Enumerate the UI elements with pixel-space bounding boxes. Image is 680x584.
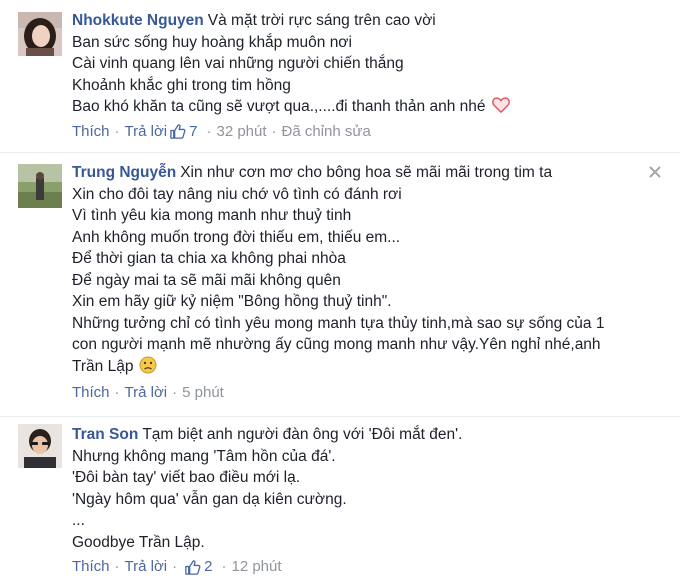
comment-text-line: Nhưng không mang 'Tâm hồn của đá'. [72,447,336,465]
comment-text-line: Anh không muốn trong đời thiếu em, thiếu… [72,228,401,246]
comment-text-line: Khoảnh khắc ghi trong tim hồng [72,76,291,94]
separator: · [114,558,120,575]
timestamp[interactable]: 12 phút [231,557,281,577]
reply-link[interactable]: Trả lời [125,122,168,142]
comment-text-line: ... [72,512,85,529]
reply-link[interactable]: Trả lời [125,557,168,577]
separator: · [221,558,227,575]
comment-text-line: 'Ngày hôm qua' vẫn gan dạ kiên cường. [72,490,347,508]
avatar-nhokkute[interactable] [18,12,62,56]
author-name[interactable]: Nhokkute Nguyen [72,12,204,29]
avatar-trung[interactable] [18,164,62,208]
like-link[interactable]: Thích [72,122,110,142]
like-count[interactable]: 2 [204,557,212,577]
separator: · [172,384,178,401]
thumbs-up-icon[interactable] [169,123,186,140]
comment-text-line: Vì tình yêu kia mong manh như thuỷ tinh [72,207,352,224]
comment-text-line: con người mạnh mẽ nhường ấy cũng mong ma… [72,336,601,353]
separator: · [114,122,120,140]
avatar-tran-son[interactable] [18,424,62,468]
heart-icon [491,97,510,113]
edited-label[interactable]: Đã chỉnh sửa [282,122,371,142]
comment-text-line: Để ngày mai ta sẽ mãi mãi không quên [72,271,341,289]
divider [0,416,680,417]
comment-text-line: Trần Lập [72,357,134,375]
comment-text-line: Những tưởng chỉ có tình yêu mong manh tự… [72,314,605,332]
like-count[interactable]: 7 [189,122,197,142]
like-link[interactable]: Thích [72,557,110,577]
sad-face-icon [139,356,157,373]
thumbs-up-icon[interactable] [184,559,201,576]
separator: · [172,558,178,575]
separator: · [271,122,277,140]
comment-text-line: Bao khó khăn ta cũng sẽ vượt qua.,....đi… [72,98,486,115]
comment-text-line: Xin cho đôi tay nâng niu chớ vô tình có … [72,185,402,203]
timestamp[interactable]: 5 phút [182,383,224,403]
comment-text-line: Ban sức sống huy hoàng khắp muôn nơi [72,33,352,51]
divider [0,152,680,153]
comment-text-line: 'Đôi bàn tay' viết bao điều mới lạ. [72,469,301,486]
like-link[interactable]: Thích [72,383,110,403]
comment-text-line: Xin như cơn mơ cho bông hoa sẽ mãi mãi t… [180,164,553,181]
comment-text-line: Xin em hãy giữ kỷ niệm "Bông hồng thuỷ t… [72,293,392,310]
comment-text-line: Và mặt trời rực sáng trên cao vời [207,12,436,29]
timestamp[interactable]: 32 phút [216,122,266,142]
separator: · [114,384,120,401]
comment-text-line: Tạm biệt anh người đàn ông với 'Đôi mắt … [142,426,463,443]
comment-text-line: Để thời gian ta chia xa không phai nhòa [72,250,346,267]
comment-text-line: Cài vinh quang lên vai những người chiến… [72,55,404,72]
reply-link[interactable]: Trả lời [125,383,168,403]
author-name[interactable]: Trung Nguyễn [72,164,176,181]
author-name[interactable]: Tran Son [72,426,138,443]
separator: · [206,122,212,140]
comment-text-line: Goodbye Trần Lập. [72,533,205,551]
